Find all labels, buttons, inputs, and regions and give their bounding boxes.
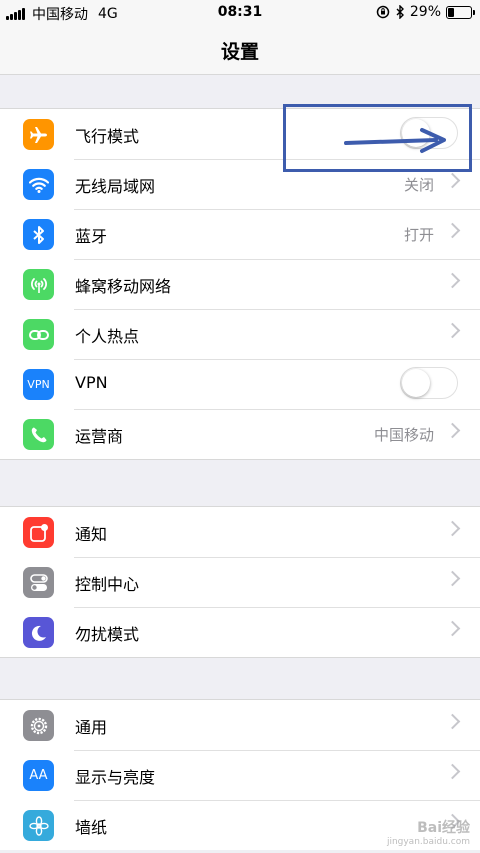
settings-group-notifications: 通知 控制中心 勿扰模式 bbox=[0, 506, 480, 658]
row-hotspot[interactable]: 个人热点 bbox=[0, 309, 480, 359]
cellular-label: 蜂窝移动网络 bbox=[75, 277, 172, 296]
notifications-icon bbox=[23, 517, 54, 548]
battery-icon bbox=[446, 5, 475, 19]
nav-bar: 设置 bbox=[0, 26, 480, 75]
row-bluetooth[interactable]: 蓝牙 打开 bbox=[0, 209, 480, 259]
bluetooth-icon bbox=[23, 219, 54, 250]
chevron-right-icon bbox=[444, 620, 461, 637]
bluetooth-status-icon bbox=[396, 5, 404, 19]
annotation-arrow-icon bbox=[344, 128, 446, 153]
carrier-value: 中国移动 bbox=[373, 426, 434, 444]
chevron-right-icon bbox=[444, 172, 461, 189]
battery-percent: 29% bbox=[409, 4, 441, 20]
cellular-icon bbox=[23, 269, 54, 300]
hotspot-icon bbox=[23, 319, 54, 350]
control-center-label: 控制中心 bbox=[75, 575, 140, 594]
phone-icon bbox=[23, 419, 54, 450]
wallpaper-icon bbox=[23, 810, 54, 841]
chevron-right-icon bbox=[444, 222, 461, 239]
vpn-icon: VPN bbox=[23, 369, 54, 400]
row-notifications[interactable]: 通知 bbox=[0, 507, 480, 557]
page-title: 设置 bbox=[220, 41, 259, 63]
vpn-toggle[interactable] bbox=[400, 367, 458, 399]
status-bar: 中国移动 4G 08:31 29% bbox=[0, 0, 480, 26]
row-carrier[interactable]: 运营商 中国移动 bbox=[0, 409, 480, 459]
hotspot-label: 个人热点 bbox=[75, 327, 140, 346]
chevron-right-icon bbox=[444, 570, 461, 587]
notifications-label: 通知 bbox=[75, 525, 108, 544]
display-icon: AA bbox=[23, 760, 54, 791]
rotation-lock-icon bbox=[376, 5, 390, 19]
carrier-label: 运营商 bbox=[75, 427, 124, 446]
display-brightness-label: 显示与亮度 bbox=[75, 768, 156, 787]
row-control-center[interactable]: 控制中心 bbox=[0, 557, 480, 607]
toggle-knob bbox=[402, 369, 430, 397]
general-label: 通用 bbox=[75, 718, 108, 737]
airplane-mode-label: 飞行模式 bbox=[75, 127, 140, 146]
battery-level bbox=[448, 7, 454, 17]
control-center-icon bbox=[23, 567, 54, 598]
chevron-right-icon bbox=[444, 272, 461, 289]
chevron-right-icon bbox=[444, 520, 461, 537]
status-right: 29% bbox=[376, 4, 475, 20]
watermark-sub: jingyan.baidu.com bbox=[386, 837, 470, 847]
display-icon-text: AA bbox=[29, 768, 48, 783]
do-not-disturb-label: 勿扰模式 bbox=[75, 625, 140, 644]
wifi-value: 关闭 bbox=[403, 176, 434, 194]
chevron-right-icon bbox=[444, 713, 461, 730]
gear-icon bbox=[23, 710, 54, 741]
watermark-text: Bai经验 bbox=[417, 820, 470, 836]
vpn-icon-text: VPN bbox=[27, 378, 50, 391]
bluetooth-value: 打开 bbox=[403, 226, 434, 244]
wallpaper-label: 墙纸 bbox=[75, 818, 108, 837]
row-cellular[interactable]: 蜂窝移动网络 bbox=[0, 259, 480, 309]
vpn-label: VPN bbox=[75, 373, 108, 392]
watermark: Bai经验 jingyan.baidu.com bbox=[387, 817, 470, 847]
chevron-right-icon bbox=[444, 763, 461, 780]
wifi-label: 无线局域网 bbox=[75, 177, 156, 196]
row-vpn[interactable]: VPN VPN bbox=[0, 359, 480, 409]
chevron-right-icon bbox=[444, 322, 461, 339]
chevron-right-icon bbox=[444, 422, 461, 439]
moon-icon bbox=[23, 617, 54, 648]
airplane-icon bbox=[23, 119, 54, 150]
row-display-brightness[interactable]: AA 显示与亮度 bbox=[0, 750, 480, 800]
row-general[interactable]: 通用 bbox=[0, 700, 480, 750]
row-do-not-disturb[interactable]: 勿扰模式 bbox=[0, 607, 480, 657]
bluetooth-label: 蓝牙 bbox=[75, 227, 108, 246]
wifi-icon bbox=[23, 169, 54, 200]
